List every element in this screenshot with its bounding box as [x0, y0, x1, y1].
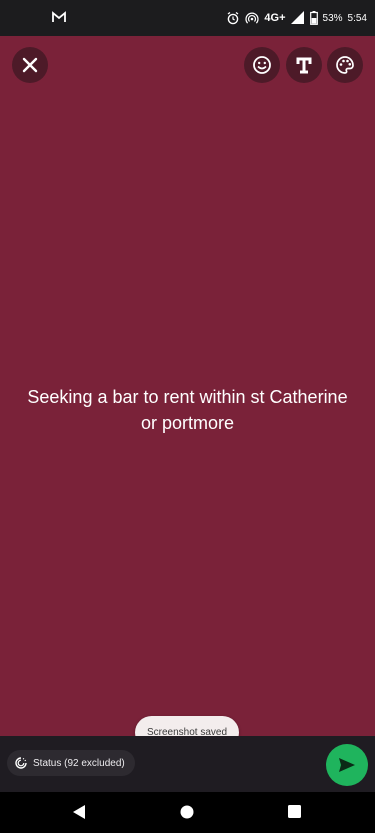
palette-icon	[336, 56, 354, 74]
signal-icon	[290, 11, 305, 25]
close-icon	[22, 57, 38, 73]
home-button[interactable]	[180, 805, 194, 824]
status-ring-icon	[15, 757, 27, 769]
status-bar: 4G+ 53% 5:54	[0, 0, 375, 36]
status-privacy-label: Status (92 excluded)	[33, 757, 125, 769]
text-style-button[interactable]	[286, 47, 322, 83]
hotspot-icon	[245, 11, 259, 25]
home-icon	[180, 805, 194, 819]
battery-percent: 53%	[322, 12, 343, 24]
emoji-icon	[253, 56, 271, 74]
navigation-bar	[0, 792, 375, 833]
clock: 5:54	[347, 12, 367, 24]
gmail-icon	[52, 11, 68, 25]
status-privacy-chip[interactable]: Status (92 excluded)	[7, 750, 135, 776]
emoji-button[interactable]	[244, 47, 280, 83]
recents-button[interactable]	[288, 805, 301, 823]
back-icon	[73, 805, 85, 819]
recents-icon	[288, 805, 301, 818]
back-button[interactable]	[72, 804, 86, 825]
bottom-bar: Status (92 excluded)	[0, 736, 375, 792]
send-button[interactable]	[326, 744, 368, 786]
text-icon	[296, 57, 312, 74]
network-type: 4G+	[264, 12, 286, 24]
battery-icon	[309, 11, 318, 25]
status-canvas[interactable]: Seeking a bar to rent within st Catherin…	[0, 36, 375, 736]
alarm-icon	[226, 11, 240, 25]
send-icon	[339, 758, 355, 772]
close-button[interactable]	[12, 47, 48, 83]
status-message-text[interactable]: Seeking a bar to rent within st Catherin…	[20, 384, 355, 436]
palette-button[interactable]	[327, 47, 363, 83]
